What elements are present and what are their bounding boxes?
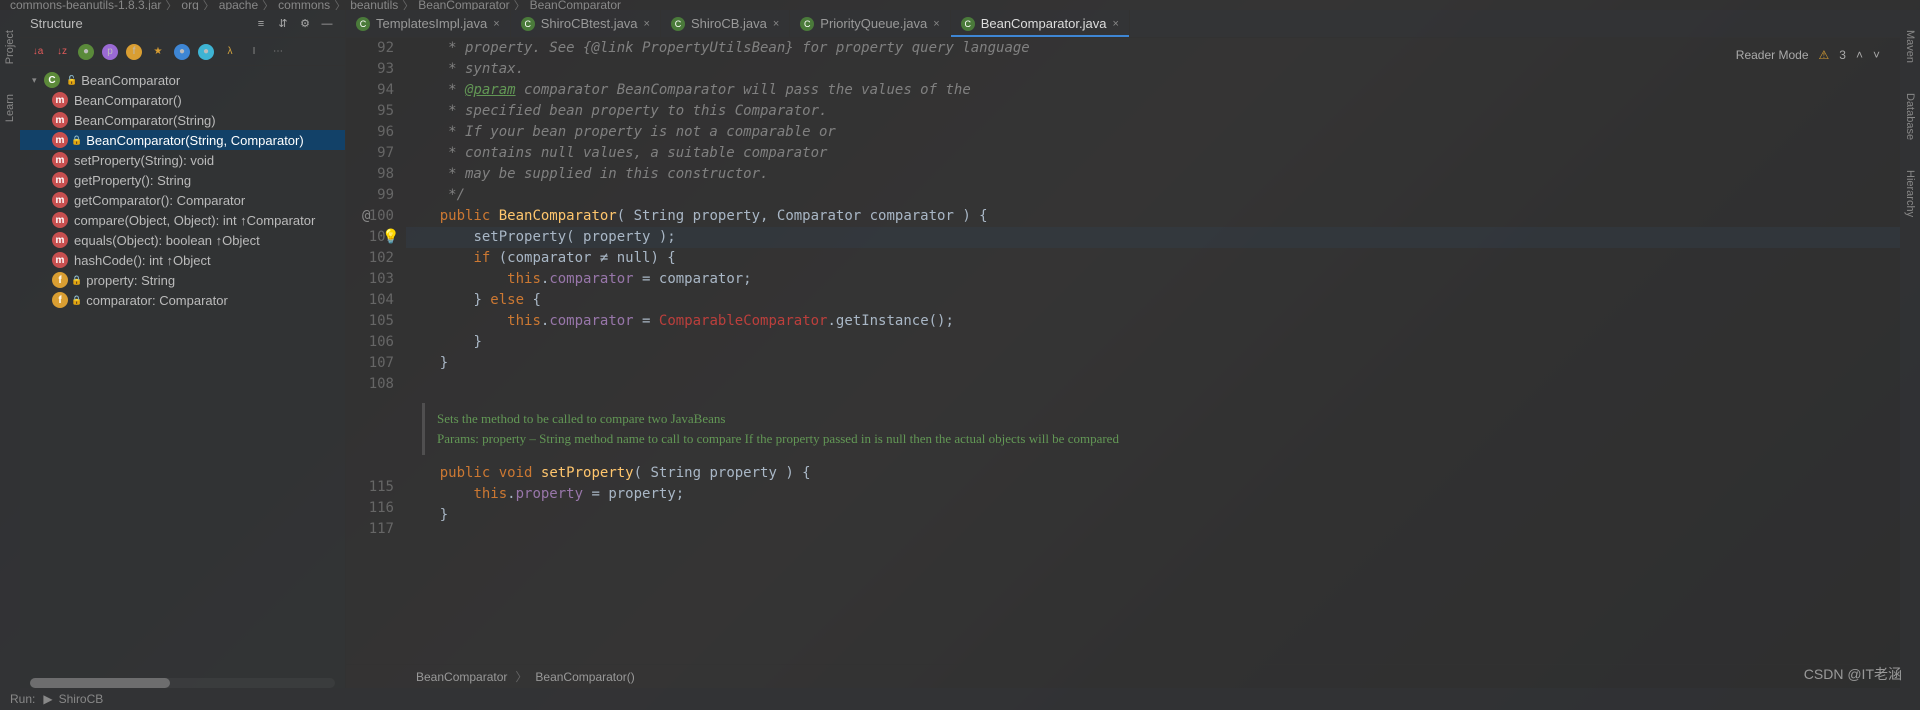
rail-learn[interactable]: Learn — [4, 94, 16, 122]
run-config[interactable]: ShiroCB — [59, 692, 104, 706]
tb-l-icon[interactable]: λ — [222, 44, 238, 60]
left-tool-rail: Project Learn — [0, 10, 20, 688]
tab-priorityqueue[interactable]: CPriorityQueue.java× — [790, 10, 950, 37]
tree-item[interactable]: mhashCode(): int ↑Object — [20, 250, 345, 270]
bc-6[interactable]: BeanComparator — [530, 0, 621, 10]
tb-anon-icon[interactable]: ● — [174, 44, 190, 60]
tb-star-icon[interactable]: ★ — [150, 44, 166, 60]
gutter: 9293949596979899100101102103104105106107… — [346, 38, 406, 664]
run-label: Run: — [10, 692, 35, 706]
rail-hierarchy[interactable]: Hierarchy — [1904, 170, 1916, 217]
structure-expand-icon[interactable]: ⇵ — [275, 16, 291, 32]
tb-sort-vis-icon[interactable]: ↓z — [54, 44, 70, 60]
bulb-icon[interactable]: 💡 — [382, 227, 399, 248]
structure-toolbar: ↓a ↓z ● p f ★ ● ● λ I ⋯ — [20, 38, 345, 66]
bc-4[interactable]: beanutils — [350, 0, 398, 10]
editor-breadcrumb: BeanComparator 〉 BeanComparator() — [346, 664, 1900, 688]
bc-1[interactable]: org — [181, 0, 198, 10]
tree-item[interactable]: mequals(Object): boolean ↑Object — [20, 230, 345, 250]
structure-tree: ▾C🔓BeanComparator mBeanComparator() mBea… — [20, 66, 345, 678]
rail-project[interactable]: Project — [4, 30, 16, 64]
structure-hscroll[interactable] — [30, 678, 335, 688]
bc-0[interactable]: commons-beanutils-1.8.3.jar — [10, 0, 161, 10]
tb-lambda-icon[interactable]: ● — [198, 44, 214, 60]
right-tool-rail: Maven Database Hierarchy — [1900, 10, 1920, 688]
close-icon[interactable]: × — [773, 18, 779, 30]
breadcrumb: commons-beanutils-1.8.3.jar〉 org〉 apache… — [0, 0, 1920, 10]
tree-item[interactable]: mcompare(Object, Object): int ↑Comparato… — [20, 210, 345, 230]
close-icon[interactable]: × — [1112, 18, 1118, 30]
tab-shirocb[interactable]: CShiroCB.java× — [661, 10, 790, 37]
close-icon[interactable]: × — [644, 18, 650, 30]
bc-3[interactable]: commons — [278, 0, 330, 10]
bc-5[interactable]: BeanComparator — [418, 0, 509, 10]
tree-item[interactable]: mBeanComparator(String) — [20, 110, 345, 130]
status-bar: Run: ▶ ShiroCB — [0, 688, 1920, 710]
tree-item[interactable]: mgetProperty(): String — [20, 170, 345, 190]
tb-more-icon[interactable]: ⋯ — [270, 44, 286, 60]
tree-item[interactable]: mBeanComparator() — [20, 90, 345, 110]
tb-fields-icon[interactable]: ● — [78, 44, 94, 60]
structure-hide-icon[interactable]: — — [319, 16, 335, 32]
tree-item[interactable]: f🔒comparator: Comparator — [20, 290, 345, 310]
editor-tabs: CTemplatesImpl.java× CShiroCBtest.java× … — [346, 10, 1900, 38]
structure-settings-icon[interactable]: ⚙ — [297, 16, 313, 32]
bc-2[interactable]: apache — [219, 0, 258, 10]
close-icon[interactable]: × — [933, 18, 939, 30]
crumb-class[interactable]: BeanComparator — [416, 670, 507, 684]
tree-item[interactable]: m🔒BeanComparator(String, Comparator) — [20, 130, 345, 150]
watermark: CSDN @IT老涵 — [1804, 664, 1902, 684]
tb-prop-icon[interactable]: p — [102, 44, 118, 60]
tree-item[interactable]: msetProperty(String): void — [20, 150, 345, 170]
crumb-method[interactable]: BeanComparator() — [535, 670, 634, 684]
rail-maven[interactable]: Maven — [1904, 30, 1916, 63]
tree-item[interactable]: mgetComparator(): Comparator — [20, 190, 345, 210]
code-editor[interactable]: 9293949596979899100101102103104105106107… — [346, 38, 1900, 664]
close-icon[interactable]: × — [493, 18, 499, 30]
tb-inherited-icon[interactable]: f — [126, 44, 142, 60]
tree-root[interactable]: ▾C🔓BeanComparator — [20, 70, 345, 90]
tb-i-icon[interactable]: I — [246, 44, 262, 60]
structure-title: Structure — [30, 16, 253, 31]
tab-beancomparator[interactable]: CBeanComparator.java× — [951, 10, 1130, 37]
tree-item[interactable]: f🔒property: String — [20, 270, 345, 290]
structure-panel: Structure ≡ ⇵ ⚙ — ↓a ↓z ● p f ★ ● ● λ I — [20, 10, 346, 688]
tab-shirocbtest[interactable]: CShiroCBtest.java× — [511, 10, 661, 37]
tb-sort-alpha-icon[interactable]: ↓a — [30, 44, 46, 60]
javadoc-preview: Sets the method to be called to compare … — [422, 403, 1182, 455]
tab-templatesimpl[interactable]: CTemplatesImpl.java× — [346, 10, 511, 37]
rail-database[interactable]: Database — [1904, 93, 1916, 140]
structure-sort-icon[interactable]: ≡ — [253, 16, 269, 32]
